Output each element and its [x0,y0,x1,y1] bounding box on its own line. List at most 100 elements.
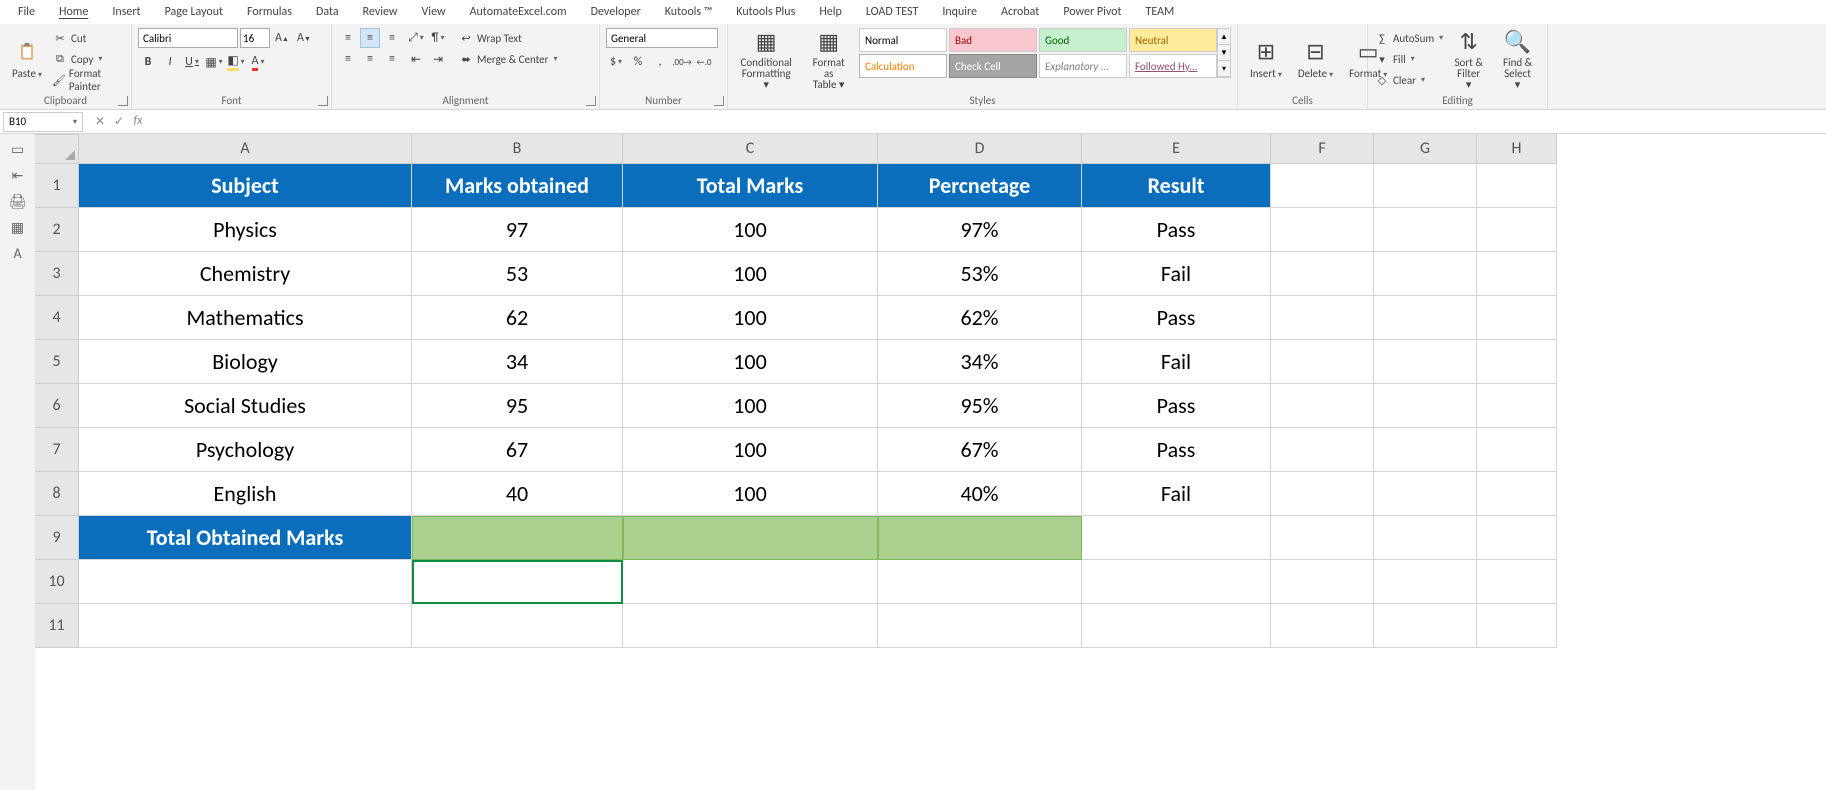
format-painter-button[interactable]: 🖌Format Painter [52,70,125,90]
tab-file[interactable]: File [6,1,47,23]
cell-H7[interactable] [1477,428,1557,472]
row-header-8[interactable]: 8 [35,472,79,516]
alignment-launcher[interactable] [586,96,596,106]
cell-F11[interactable] [1271,604,1374,648]
increase-indent-button[interactable]: ⇥ [428,49,448,69]
col-header-A[interactable]: A [79,134,412,164]
delete-cells-button[interactable]: ⊟Delete [1292,28,1339,90]
row-header-10[interactable]: 10 [35,560,79,604]
cell-H5[interactable] [1477,340,1557,384]
cell-F4[interactable] [1271,296,1374,340]
cell-F5[interactable] [1271,340,1374,384]
col-header-C[interactable]: C [623,134,878,164]
insert-cells-button[interactable]: ⊞Insert [1244,28,1288,90]
fx-button[interactable]: fx [130,114,146,129]
cell-G3[interactable] [1374,252,1477,296]
cell-C1[interactable]: Total Marks [623,164,878,208]
cell-A11[interactable] [79,604,412,648]
cell-D9[interactable] [878,516,1082,560]
cell-C9[interactable] [623,516,878,560]
cell-E3[interactable]: Fail [1082,252,1271,296]
cell-A8[interactable]: English [79,472,412,516]
cell-G2[interactable] [1374,208,1477,252]
row-header-5[interactable]: 5 [35,340,79,384]
styles-scroll-up[interactable]: ▲ [1218,29,1230,45]
cell-D6[interactable]: 95% [878,384,1082,428]
strip-icon-2[interactable]: ⇤ [0,162,35,188]
cell-D4[interactable]: 62% [878,296,1082,340]
cell-B6[interactable]: 95 [412,384,623,428]
copy-button[interactable]: ⧉Copy [52,49,125,69]
conditional-formatting-button[interactable]: ▦ ConditionalFormatting ▾ [734,28,798,90]
tab-home[interactable]: Home [47,1,100,23]
cell-A6[interactable]: Social Studies [79,384,412,428]
wrap-text-button[interactable]: ↩Wrap Text [458,28,558,48]
cell-B11[interactable] [412,604,623,648]
cell-C8[interactable]: 100 [623,472,878,516]
cell-C5[interactable]: 100 [623,340,878,384]
cell-G8[interactable] [1374,472,1477,516]
cell-A3[interactable]: Chemistry [79,252,412,296]
accounting-format-button[interactable]: $ [606,52,626,72]
formula-input[interactable] [152,112,1826,132]
cell-E7[interactable]: Pass [1082,428,1271,472]
cell-H1[interactable] [1477,164,1557,208]
cell-D5[interactable]: 34% [878,340,1082,384]
cell-A1[interactable]: Subject [79,164,412,208]
cell-E11[interactable] [1082,604,1271,648]
col-header-E[interactable]: E [1082,134,1271,164]
styles-scroll-more[interactable]: ▾ [1218,61,1230,77]
tab-view[interactable]: View [410,1,458,23]
cell-F3[interactable] [1271,252,1374,296]
cell-A5[interactable]: Biology [79,340,412,384]
comma-format-button[interactable]: , [650,52,670,72]
percent-format-button[interactable]: % [628,52,648,72]
align-top-button[interactable]: ≡ [338,28,358,48]
cell-E10[interactable] [1082,560,1271,604]
row-header-7[interactable]: 7 [35,428,79,472]
strip-icon-4[interactable]: ▦ [0,214,35,240]
cut-button[interactable]: ✂Cut [52,28,125,48]
tab-kutools[interactable]: Kutools ™ [653,1,725,23]
row-header-4[interactable]: 4 [35,296,79,340]
tab-formulas[interactable]: Formulas [235,1,304,23]
fill-color-button[interactable]: ◧ [226,52,246,72]
align-right-button[interactable]: ≡ [382,49,402,69]
borders-button[interactable]: ▦ [204,52,224,72]
cell-B7[interactable]: 67 [412,428,623,472]
cell-B4[interactable]: 62 [412,296,623,340]
cell-D10[interactable] [878,560,1082,604]
tab-kutools-plus[interactable]: Kutools Plus [724,1,807,23]
tab-power-pivot[interactable]: Power Pivot [1051,1,1133,23]
col-header-D[interactable]: D [878,134,1082,164]
cell-A7[interactable]: Psychology [79,428,412,472]
tab-review[interactable]: Review [351,1,410,23]
tab-automate[interactable]: AutomateExcel.com [458,1,579,23]
cancel-formula-button[interactable]: ✕ [92,114,108,129]
sort-filter-button[interactable]: ⇅Sort &Filter ▾ [1447,28,1490,90]
cell-B10[interactable] [412,560,623,604]
cell-F1[interactable] [1271,164,1374,208]
style-explanatory[interactable]: Explanatory ... [1039,54,1127,78]
cell-H11[interactable] [1477,604,1557,648]
style-good[interactable]: Good [1039,28,1127,52]
cell-F10[interactable] [1271,560,1374,604]
font-launcher[interactable] [318,96,328,106]
strip-icon-1[interactable]: ▭ [0,136,35,162]
cell-F7[interactable] [1271,428,1374,472]
tab-data[interactable]: Data [304,1,351,23]
cell-E1[interactable]: Result [1082,164,1271,208]
cell-C2[interactable]: 100 [623,208,878,252]
font-name-input[interactable] [138,28,238,48]
cell-G10[interactable] [1374,560,1477,604]
cell-H10[interactable] [1477,560,1557,604]
cell-B8[interactable]: 40 [412,472,623,516]
tab-insert[interactable]: Insert [100,1,152,23]
cell-E5[interactable]: Fail [1082,340,1271,384]
italic-button[interactable]: I [160,52,180,72]
cell-H2[interactable] [1477,208,1557,252]
cell-C10[interactable] [623,560,878,604]
row-header-3[interactable]: 3 [35,252,79,296]
style-check-cell[interactable]: Check Cell [949,54,1037,78]
cell-D7[interactable]: 67% [878,428,1082,472]
